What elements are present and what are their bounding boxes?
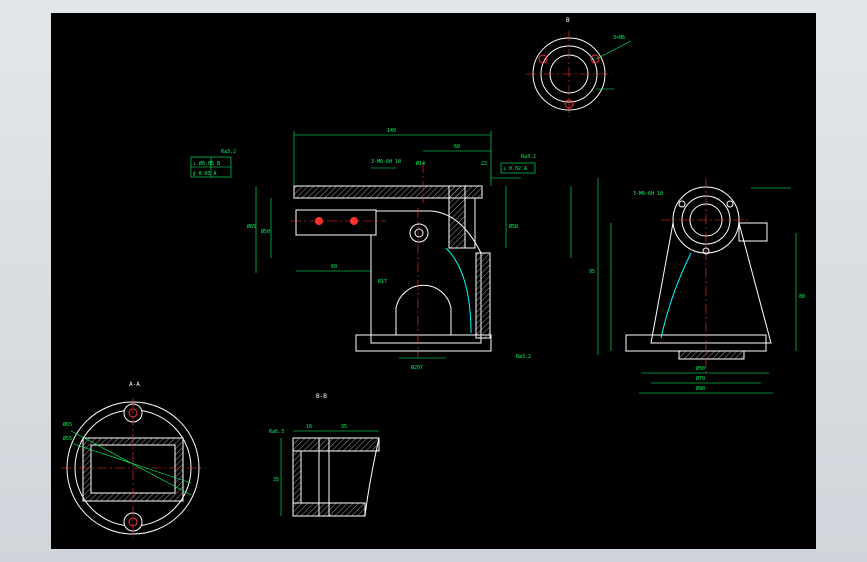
roughness-base: Ra3.2 xyxy=(516,354,531,360)
section-aa-label: A-A xyxy=(129,381,140,388)
front-view xyxy=(291,163,492,358)
dim-right-dia: Ø58 xyxy=(509,223,518,230)
view-b xyxy=(526,31,632,117)
dim-flange-inner: Ø50 xyxy=(696,365,705,372)
note-holes-right: 3-M6-6H 10 xyxy=(633,191,663,197)
dim-left-dia: Ø50 xyxy=(261,228,270,235)
hub-outer xyxy=(409,223,429,243)
column-wall-section xyxy=(475,252,491,339)
hub-inner xyxy=(414,228,424,238)
section-aa xyxy=(61,398,206,538)
section-bb xyxy=(280,430,380,517)
view-b-label: B xyxy=(566,17,570,24)
drawing-frame: 140 60 Ø14 22 Ø58 Ø65 Ø50 R17 Ø207 60 ⊥ … xyxy=(0,0,867,562)
dim-left-height: Ø65 xyxy=(247,223,256,230)
base-arch xyxy=(395,284,452,335)
bb-left-wall xyxy=(292,450,302,504)
dim-base-dia: Ø207 xyxy=(411,364,423,371)
note-holes-flange: 3×Ø6 xyxy=(613,34,625,41)
cad-canvas[interactable]: 140 60 Ø14 22 Ø58 Ø65 Ø50 R17 Ø207 60 ⊥ … xyxy=(51,13,816,549)
technical-drawing: 140 60 Ø14 22 Ø58 Ø65 Ø50 R17 Ø207 60 ⊥ … xyxy=(61,17,805,538)
bb-top-wall xyxy=(292,437,380,452)
side-dim-text: 95 80 Ø50 Ø70 Ø90 3-M6-6H 10 xyxy=(589,191,805,392)
note-holes-top: 3-M6-6H 10 xyxy=(371,159,401,165)
roughness-aa: Ra6.3 xyxy=(269,429,284,435)
dim-top-hole: Ø14 xyxy=(416,160,425,167)
dim-radius: R17 xyxy=(378,279,387,285)
left-boss xyxy=(295,209,377,236)
roughness-left: Ra3.2 xyxy=(221,149,236,155)
side-hole-2 xyxy=(726,200,734,208)
dim-width-bottom: 60 xyxy=(331,264,337,270)
tol-frame-2: ∥ 0.03 A xyxy=(193,171,217,177)
dim-small-right: 22 xyxy=(481,161,487,167)
tol-frame-1: ⊥ Ø0.05 B xyxy=(193,160,220,167)
side-base-recess xyxy=(678,350,745,360)
dim-bb-h: 35 xyxy=(273,477,279,483)
side-dimensions xyxy=(597,178,797,394)
dim-aa-d1: Ø65 xyxy=(63,421,72,428)
dim-flange-outer: Ø90 xyxy=(696,385,705,392)
dim-right-height: 80 xyxy=(799,294,805,300)
dim-overall-length: 140 xyxy=(387,128,396,134)
dim-flange-mid: Ø70 xyxy=(696,375,705,382)
dim-top-right: 60 xyxy=(454,144,460,150)
roughness-right: Ra3.2 xyxy=(521,154,536,160)
side-hole-1 xyxy=(678,200,686,208)
dim-side-height: 95 xyxy=(589,269,595,275)
hidden-edge xyxy=(445,247,472,334)
tol-right: ⊥ 0.02 A xyxy=(503,166,527,172)
section-bb-label: B-B xyxy=(316,393,327,400)
side-view xyxy=(625,178,772,373)
dim-bb-w2: 35 xyxy=(341,424,347,430)
dim-bb-w1: 16 xyxy=(306,424,312,430)
dim-aa-d2: Ø55 xyxy=(63,435,72,442)
